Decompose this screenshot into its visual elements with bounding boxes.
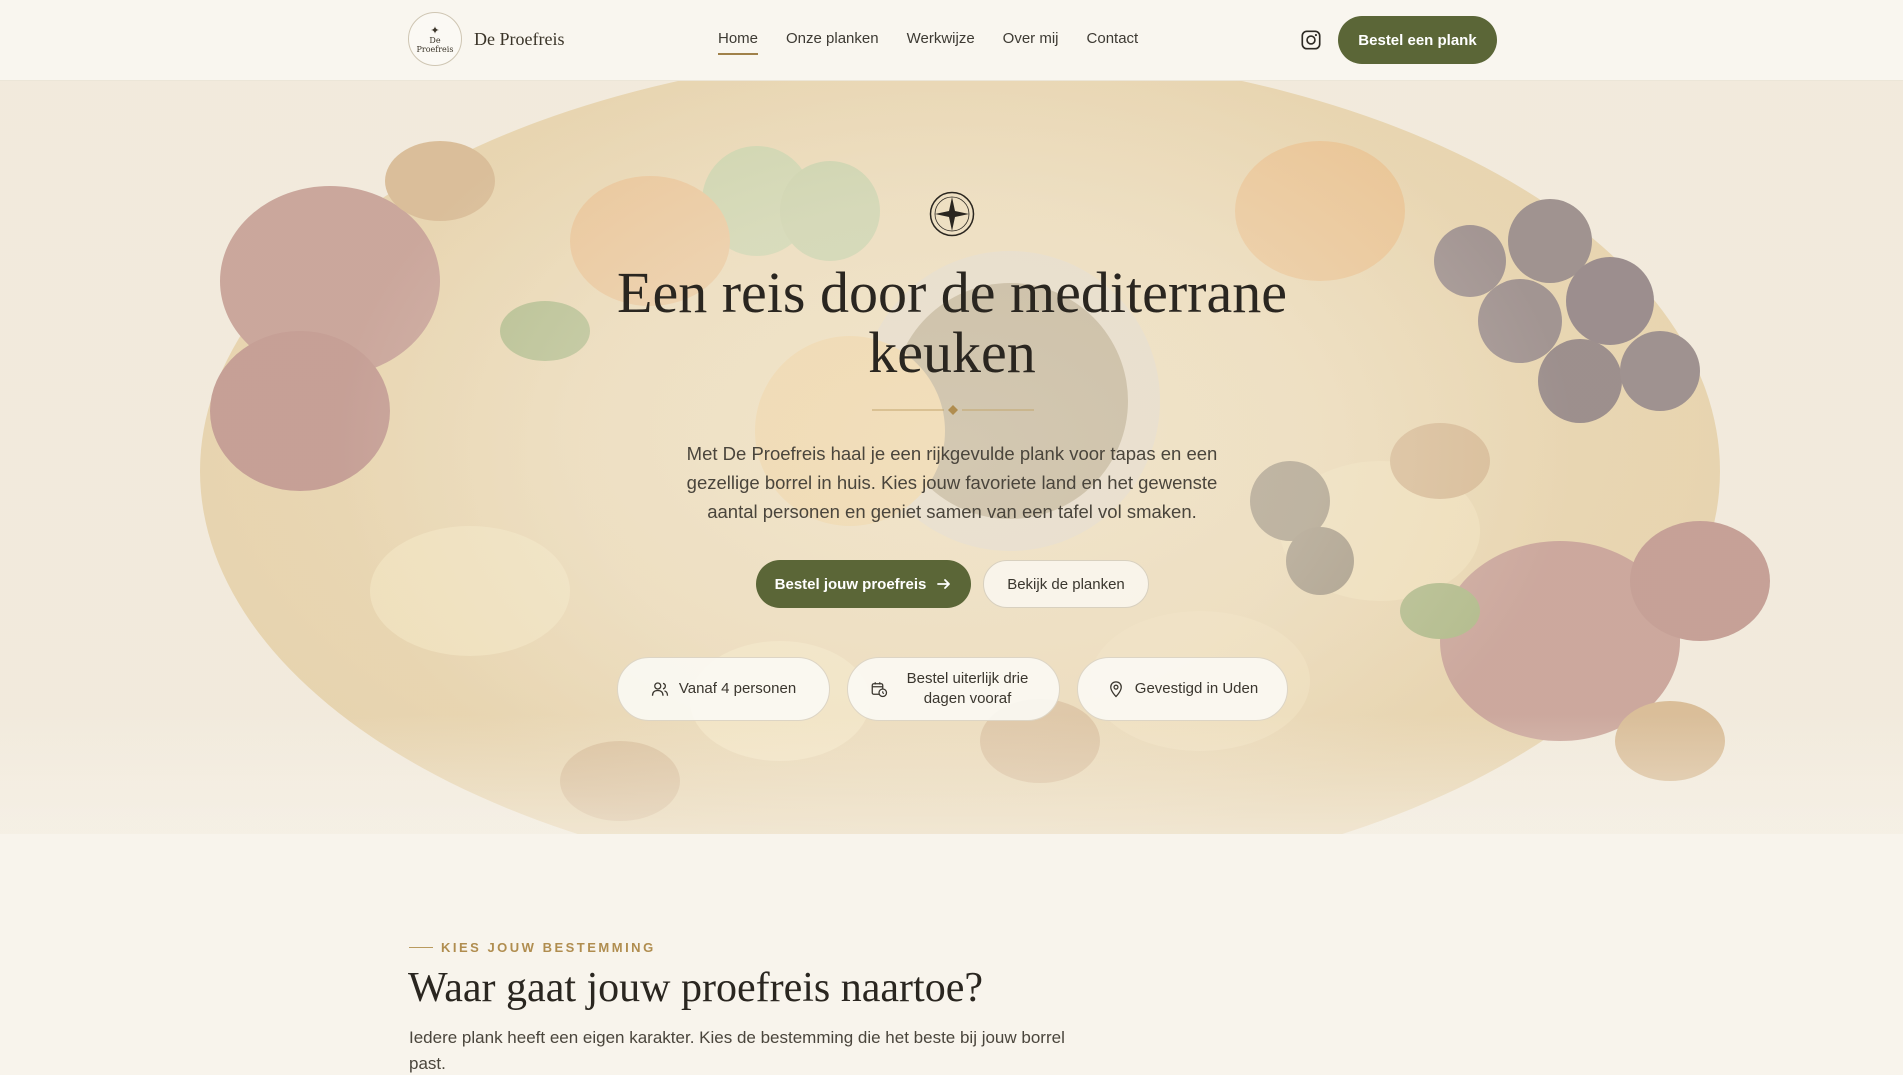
feature-pill-persons: Vanaf 4 personen <box>617 657 830 721</box>
map-pin-icon <box>1109 681 1122 698</box>
logo-line-1: De <box>429 35 441 45</box>
section-title: Waar gaat jouw proefreis naartoe? <box>408 965 983 1011</box>
feature-pill-location: Gevestigd in Uden <box>1077 657 1288 721</box>
site-header: ✦ De Proefreis De Proefreis Home Onze pl… <box>0 0 1903 81</box>
compass-star-icon: ✦ <box>430 23 440 37</box>
feature-location-label: Gevestigd in Uden <box>1134 680 1259 697</box>
view-boards-button[interactable]: Bekijk de planken <box>983 560 1149 608</box>
brand-logo-link[interactable]: ✦ De Proefreis De Proefreis <box>408 12 564 66</box>
nav-contact[interactable]: Contact <box>1087 30 1139 55</box>
nav-over-mij[interactable]: Over mij <box>1003 30 1059 55</box>
nav-home[interactable]: Home <box>718 30 759 55</box>
feature-persons-label: Vanaf 4 personen <box>678 680 797 697</box>
hero-fade <box>0 714 1903 834</box>
feature-pill-order-ahead: Bestel uiterlijk drie dagen vooraf <box>847 657 1060 721</box>
order-proefreis-label: Bestel jouw proefreis <box>774 575 927 593</box>
users-icon <box>651 682 668 696</box>
main-nav: Home Onze planken Werkwijze Over mij Con… <box>718 30 1138 55</box>
hero-title: Een reis door de mediterrane keuken <box>617 260 1287 385</box>
logo-line-2: Proefreis <box>416 44 454 54</box>
nav-onze-planken[interactable]: Onze planken <box>786 30 879 55</box>
order-board-button[interactable]: Bestel een plank <box>1338 16 1497 64</box>
calendar-clock-icon <box>871 682 887 698</box>
nav-werkwijze[interactable]: Werkwijze <box>907 30 975 55</box>
order-proefreis-button[interactable]: Bestel jouw proefreis <box>756 560 971 608</box>
compass-icon <box>929 191 975 237</box>
section-description: Iedere plank heeft een eigen karakter. K… <box>409 1028 1065 1073</box>
instagram-icon[interactable] <box>1300 29 1322 51</box>
arrow-right-icon <box>937 579 951 589</box>
eyebrow-line <box>409 947 433 948</box>
hero-description: Met De Proefreis haal je een rijkgevulde… <box>686 443 1218 522</box>
hero-section: Een reis door de mediterrane keuken Met … <box>0 81 1903 834</box>
eyebrow-label: KIES JOUW BESTEMMING <box>441 940 656 955</box>
logo-emblem: ✦ De Proefreis <box>408 12 462 66</box>
ornament-divider <box>872 405 1034 415</box>
feature-order-ahead-label: Bestel uiterlijk drie dagen vooraf <box>906 670 1029 707</box>
brand-name: De Proefreis <box>474 28 565 49</box>
section-eyebrow: KIES JOUW BESTEMMING <box>409 940 656 955</box>
